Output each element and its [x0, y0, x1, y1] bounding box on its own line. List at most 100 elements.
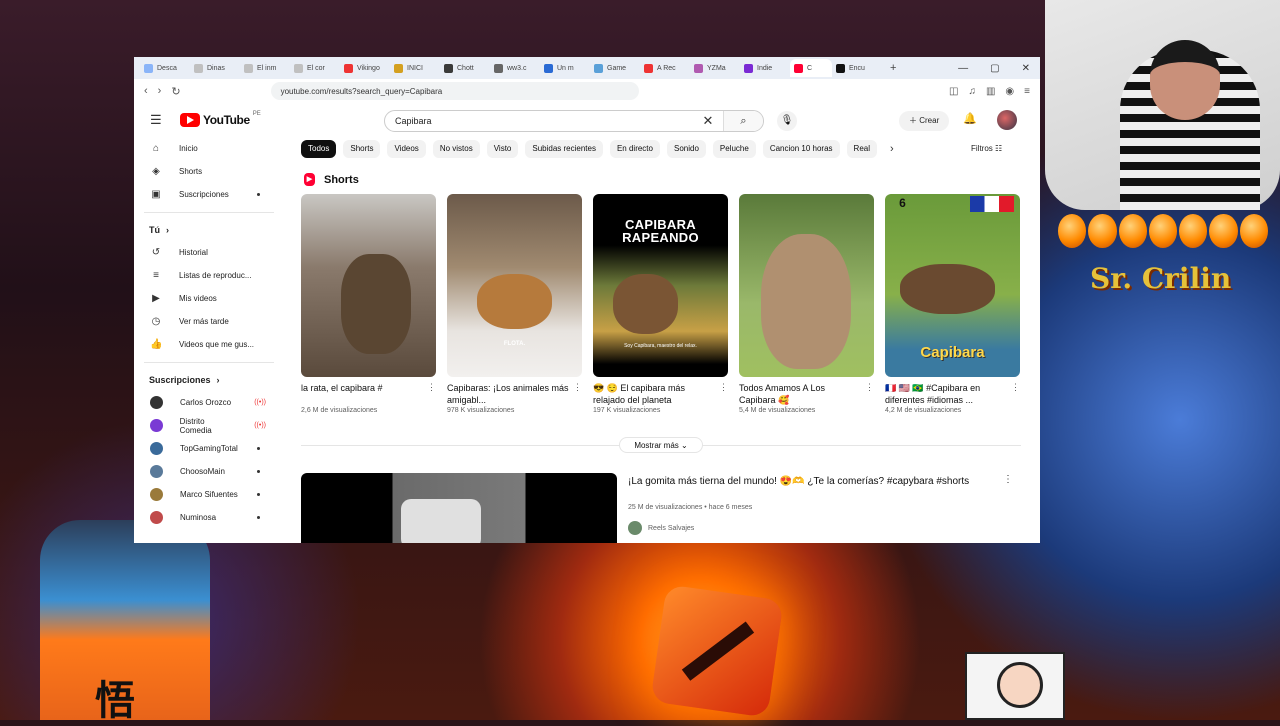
sidebar-item-you-1[interactable]: ≡ Listas de reproduc... [134, 264, 274, 287]
tab-label: INICI [407, 64, 423, 72]
music-icon[interactable]: ♫ [968, 86, 976, 97]
chevron-right-icon[interactable]: › [890, 143, 894, 155]
video-title[interactable]: ¡La gomita más tierna del mundo! 😍🫶 ¿Te … [628, 475, 998, 489]
more-vert-icon[interactable]: ⋮ [718, 382, 728, 406]
sidebar-item-home[interactable]: ⌂ Inicio [134, 137, 274, 160]
chip-todos[interactable]: Todos [301, 140, 337, 158]
short-thumbnail[interactable] [301, 194, 436, 377]
hamburger-icon[interactable]: ☰ [150, 112, 164, 128]
browser-tab[interactable]: ww3.c [490, 63, 540, 73]
home-icon: ⌂ [152, 143, 160, 154]
you-3-icon: ◷ [151, 316, 161, 327]
forward-icon[interactable]: › [158, 85, 162, 97]
back-icon[interactable]: ‹ [144, 85, 148, 97]
short-title[interactable]: 🇫🇷 🇺🇸 🇧🇷 #Capibara en diferentes #idioma… [885, 382, 1010, 406]
short-card[interactable]: CAPIBARA RAPEANDO Soy Capibara, maestro … [593, 194, 728, 414]
short-thumbnail[interactable]: 6 Capibara [885, 194, 1020, 377]
short-title[interactable]: la rata, el capibara # [301, 382, 426, 406]
clear-icon[interactable]: ✕ [693, 113, 723, 129]
short-title[interactable]: Capibaras: ¡Los animales más amigabl... [447, 382, 572, 406]
video-channel[interactable]: Reels Salvajes [628, 521, 694, 535]
url-field[interactable]: youtube.com/results?search_query=Capibar… [270, 82, 640, 100]
maximize-icon[interactable]: ▢ [990, 63, 999, 74]
sidebar-item-subscriptions[interactable]: ▣ Suscripciones [134, 183, 274, 206]
browser-tab[interactable]: El inm [240, 63, 290, 73]
sidebar-item-subscription[interactable]: Marco Sifuentes [134, 483, 274, 506]
menu-icon[interactable]: ≡ [1024, 86, 1030, 97]
search-button[interactable]: ⌕ [723, 111, 763, 131]
minimize-icon[interactable]: — [958, 63, 968, 74]
browser-tab[interactable]: YZMa [690, 63, 740, 73]
short-card[interactable]: 6 Capibara 🇫🇷 🇺🇸 🇧🇷 #Capibara en diferen… [885, 194, 1020, 414]
browser-tab[interactable]: El cor [290, 63, 340, 73]
chip-shorts[interactable]: Shorts [343, 140, 381, 158]
sidebar-item-you-3[interactable]: ◷ Ver más tarde [134, 310, 274, 333]
chip-cancion-10-horas[interactable]: Cancion 10 horas [762, 140, 840, 158]
short-thumbnail[interactable]: CAPIBARA RAPEANDO Soy Capibara, maestro … [593, 194, 728, 377]
more-vert-icon[interactable]: ⋮ [426, 382, 436, 406]
browser-tab[interactable]: A Rec [640, 63, 690, 73]
new-content-dot [257, 493, 260, 496]
subscriptions-section-header[interactable]: Suscripciones › [134, 369, 274, 391]
browser-tab[interactable]: Game [590, 63, 640, 73]
sidebar-item-you-4[interactable]: 👍 Videos que me gus... [134, 333, 274, 356]
sidebar-item-you-0[interactable]: ↺ Historial [134, 241, 274, 264]
search-input[interactable]: Capibara [385, 116, 693, 126]
sidebar-item-subscription[interactable]: Numinosa [134, 506, 274, 529]
short-thumbnail[interactable] [739, 194, 874, 377]
new-tab-icon[interactable]: + [882, 62, 904, 74]
filter-chips: Todos Shorts Videos No vistos Visto Subidas r… [301, 140, 1031, 158]
browser-tab[interactable]: Encu [832, 63, 882, 73]
filters-button[interactable]: Filtros ☷ [971, 144, 1002, 153]
more-vert-icon[interactable]: ⋮ [864, 382, 874, 406]
short-card[interactable]: Todos Amamos A Los Capibara 🥰 ⋮ 5,4 M de … [739, 194, 874, 414]
video-thumbnail[interactable] [301, 473, 617, 543]
chip-real[interactable]: Real [846, 140, 877, 158]
chip-subidas-recientes[interactable]: Subidas recientes [525, 140, 603, 158]
chip-peluche[interactable]: Peluche [712, 140, 756, 158]
browser-tab[interactable]: Dinas [190, 63, 240, 73]
chip-sonido[interactable]: Sonido [666, 140, 706, 158]
browser-tab[interactable]: Un m [540, 63, 590, 73]
short-card[interactable]: FLOTA. Capibaras: ¡Los animales más amig… [447, 194, 582, 414]
browser-tab[interactable]: C [790, 59, 832, 77]
sidebar-item-subscription[interactable]: TopGamingTotal [134, 437, 274, 460]
mic-icon[interactable]: 🎙 [777, 111, 797, 131]
profile-icon[interactable]: ◉ [1005, 86, 1014, 97]
sidebar-item-shorts[interactable]: ◈ Shorts [134, 160, 274, 183]
browser-tab[interactable]: Desca [140, 63, 190, 73]
bell-icon[interactable]: 🔔 [963, 112, 977, 125]
chip-en-directo[interactable]: En directo [609, 140, 660, 158]
more-vert-icon[interactable]: ⋮ [1003, 474, 1013, 485]
more-vert-icon[interactable]: ⋮ [572, 382, 582, 406]
browser-tab[interactable]: Vikingo [340, 63, 390, 73]
chip-no-vistos[interactable]: No vistos [432, 140, 480, 158]
close-window-icon[interactable]: ✕ [1022, 63, 1030, 74]
subscriptions-label: Suscripciones [149, 375, 211, 385]
account-avatar[interactable] [997, 110, 1017, 130]
short-thumbnail[interactable]: FLOTA. [447, 194, 582, 377]
chip-videos[interactable]: Videos [387, 140, 426, 158]
extension-icon[interactable]: ◫ [949, 86, 958, 97]
you-section-header[interactable]: Tú › [134, 219, 274, 241]
browser-tab[interactable]: INICI [390, 63, 440, 73]
sidebar-item-subscription[interactable]: ChoosoMain [134, 460, 274, 483]
youtube-logo[interactable]: YouTube PE [180, 111, 261, 127]
browser-tab[interactable]: Chott [440, 63, 490, 73]
tab-label: Chott [457, 64, 474, 72]
streamer-brand: Sr. Crilin [1090, 262, 1232, 295]
short-title[interactable]: Todos Amamos A Los Capibara 🥰 [739, 382, 864, 406]
browser-tab[interactable]: Indie [740, 63, 790, 73]
chip-visto[interactable]: Visto [486, 140, 519, 158]
short-title[interactable]: 😎 😌 El capibara más relajado del planeta [593, 382, 718, 406]
show-more-button[interactable]: Mostrar más ⌄ [619, 437, 703, 453]
sidebar-icon[interactable]: ▥ [986, 86, 995, 97]
short-card[interactable]: la rata, el capibara # ⋮ 2,6 M de visuali… [301, 194, 436, 414]
more-vert-icon[interactable]: ⋮ [1010, 382, 1020, 406]
reload-icon[interactable]: ↻ [171, 85, 180, 98]
create-button[interactable]: ＋ Crear [899, 111, 950, 131]
sidebar-item-subscription[interactable]: Carlos Orozco ((•)) [134, 391, 274, 414]
short-views: 978 K visualizaciones [447, 407, 515, 414]
sidebar-item-you-2[interactable]: ▶ Mis videos [134, 287, 274, 310]
sidebar-item-subscription[interactable]: Distrito Comedia ((•)) [134, 414, 274, 437]
